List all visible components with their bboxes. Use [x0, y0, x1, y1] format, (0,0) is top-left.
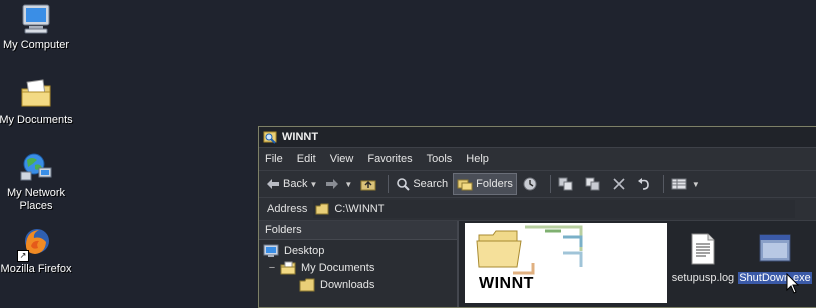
menu-file[interactable]: File	[265, 153, 283, 165]
desktop-icon-label: My Documents	[0, 114, 73, 126]
tree-item-downloads[interactable]: Downloads	[259, 276, 457, 293]
undo-icon	[637, 178, 649, 190]
folders-button[interactable]: Folders	[453, 173, 517, 195]
folders-icon	[457, 179, 473, 191]
my-documents-icon	[19, 77, 53, 111]
undo-button[interactable]	[634, 174, 657, 194]
views-button[interactable]: ▼	[668, 174, 703, 194]
folder-banner: WINNT	[465, 223, 667, 303]
toolbar-separator	[388, 175, 390, 193]
history-icon	[523, 177, 537, 191]
firefox-icon: ↗	[17, 226, 53, 262]
views-dropdown-icon[interactable]: ▼	[692, 180, 700, 189]
banner-title: WINNT	[479, 275, 534, 292]
window-title: WINNT	[282, 131, 319, 143]
explorer-window[interactable]: WINNT File Edit View Favorites Tools Hel…	[258, 126, 816, 308]
back-button[interactable]: Back ▼	[263, 174, 320, 194]
search-icon	[397, 178, 411, 191]
file-item-selected[interactable]: ShutDown.exe	[735, 233, 815, 284]
desktop-icon-my-documents[interactable]: My Documents	[0, 77, 74, 127]
forward-dropdown-icon[interactable]: ▼	[344, 180, 352, 189]
menu-bar: File Edit View Favorites Tools Help	[259, 148, 816, 171]
file-name: ShutDown.exe	[738, 272, 812, 284]
title-bar[interactable]: WINNT	[259, 127, 816, 148]
address-label: Address	[267, 203, 308, 215]
toolbar-separator	[662, 175, 664, 193]
folder-icon	[315, 203, 329, 215]
file-item[interactable]: setupusp.log	[663, 233, 743, 284]
menu-tools[interactable]: Tools	[427, 153, 453, 165]
network-places-icon	[19, 150, 53, 184]
folder-icon	[299, 278, 315, 291]
desktop-icon-network-places[interactable]: My Network Places	[0, 150, 74, 213]
shortcut-arrow-icon: ↗	[17, 250, 29, 262]
search-label: Search	[413, 178, 449, 190]
toolbar-separator	[549, 175, 551, 193]
desktop-icon-label: My Network Places	[6, 187, 66, 212]
history-button[interactable]	[519, 174, 544, 194]
forward-button[interactable]: ▼	[322, 174, 355, 194]
copy-to-button[interactable]	[582, 174, 607, 194]
menu-favorites[interactable]: Favorites	[367, 153, 412, 165]
delete-button[interactable]	[609, 174, 632, 194]
desktop-icon-firefox[interactable]: ↗ Mozilla Firefox	[0, 226, 74, 276]
mouse-cursor-icon	[786, 273, 800, 294]
address-input[interactable]: C:\WINNT	[313, 200, 796, 218]
back-dropdown-icon[interactable]: ▼	[309, 180, 317, 189]
menu-help[interactable]: Help	[466, 153, 489, 165]
forward-arrow-icon	[326, 179, 339, 189]
tree-item-label: Desktop	[284, 244, 325, 257]
move-to-button[interactable]	[555, 174, 580, 194]
my-documents-folder-icon	[280, 261, 296, 274]
folders-pane-header: Folders	[259, 221, 457, 240]
search-button[interactable]: Search	[393, 174, 451, 194]
delete-icon	[613, 178, 625, 190]
up-folder-icon	[360, 180, 376, 191]
tree-item-label: Downloads	[320, 278, 375, 291]
folders-pane: Folders Desktop − My Documents Downloads	[259, 221, 459, 307]
menu-view[interactable]: View	[330, 153, 354, 165]
address-value: C:\WINNT	[334, 203, 385, 215]
desktop-icon-label: Mozilla Firefox	[0, 263, 72, 275]
my-computer-icon	[19, 2, 53, 36]
up-folder-button[interactable]	[357, 174, 382, 194]
file-name: setupusp.log	[671, 272, 735, 284]
collapse-icon[interactable]: −	[267, 262, 277, 274]
address-bar: Address C:\WINNT	[259, 198, 816, 221]
desktop-icon-label: My Computer	[2, 39, 70, 51]
tree-item-desktop[interactable]: Desktop	[259, 242, 457, 259]
window-body: Folders Desktop − My Documents Downloads	[259, 221, 816, 307]
tree-item-label: My Documents	[301, 261, 375, 274]
back-label: Back	[283, 178, 308, 190]
tree-item-my-documents[interactable]: − My Documents	[259, 259, 457, 276]
views-grid-icon	[671, 178, 687, 190]
desktop-icon-my-computer[interactable]: My Computer	[0, 2, 74, 52]
copy-to-icon	[585, 177, 600, 191]
move-to-icon	[558, 177, 573, 191]
folder-contents: WINNT setupusp.log ShutDown.exe	[459, 221, 816, 307]
desktop-icon	[263, 244, 279, 257]
application-icon	[735, 233, 815, 268]
window-search-folder-icon	[263, 131, 277, 144]
back-arrow-icon	[267, 179, 279, 189]
folders-label: Folders	[476, 178, 513, 190]
text-file-icon	[663, 233, 743, 268]
menu-edit[interactable]: Edit	[297, 153, 316, 165]
toolbar: Back ▼ ▼ Search Folders ▼	[259, 171, 816, 198]
